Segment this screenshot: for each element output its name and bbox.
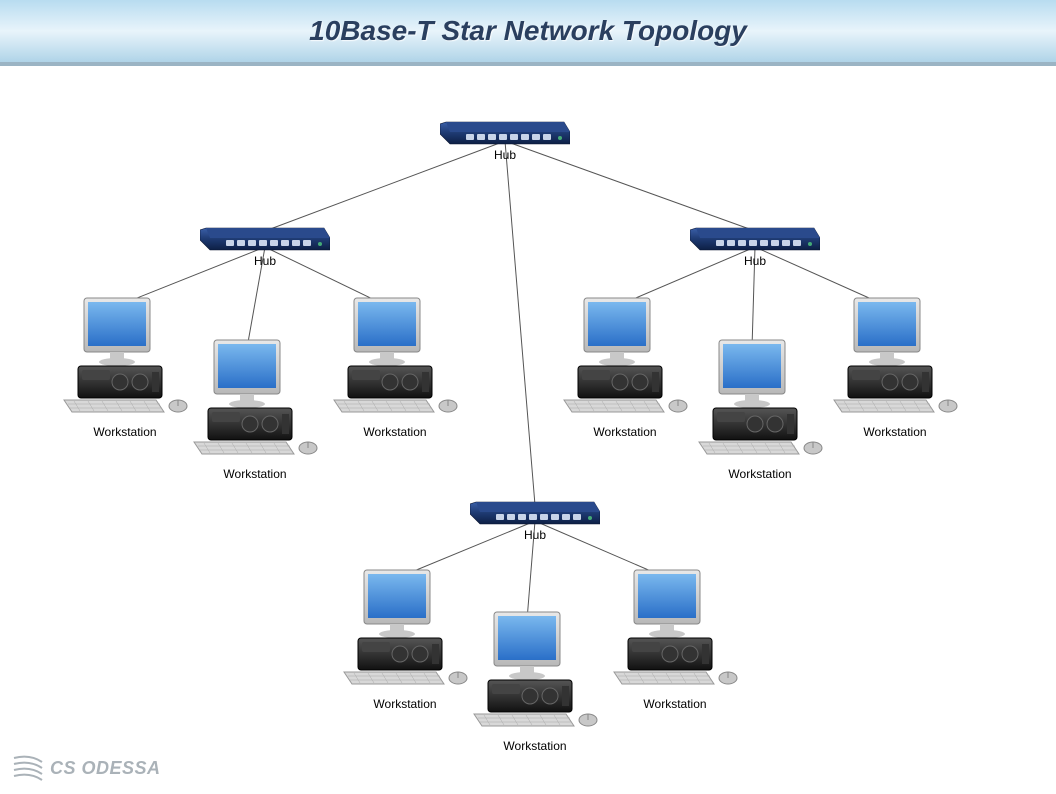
- workstation-icon: [610, 568, 740, 693]
- workstation-label: Workstation: [830, 425, 960, 439]
- workstation-label: Workstation: [695, 467, 825, 481]
- hub-label: Hub: [690, 254, 820, 268]
- workstation-node: Workstation: [330, 296, 460, 439]
- hub-label: Hub: [440, 148, 570, 162]
- hub-icon: [200, 224, 330, 250]
- workstation-label: Workstation: [340, 697, 470, 711]
- diagram-canvas: Hub Hub: [0, 66, 1056, 794]
- hub-icon: [440, 118, 570, 144]
- workstation-icon: [695, 338, 825, 463]
- workstation-label: Workstation: [330, 425, 460, 439]
- hub-node: Hub: [440, 118, 570, 162]
- diagram-title: 10Base-T Star Network Topology: [309, 15, 747, 47]
- workstation-icon: [330, 296, 460, 421]
- hub-node: Hub: [470, 498, 600, 542]
- hub-icon: [690, 224, 820, 250]
- workstation-label: Workstation: [190, 467, 320, 481]
- brand-logo: CS ODESSA: [12, 754, 161, 782]
- header-bar: 10Base-T Star Network Topology: [0, 0, 1056, 66]
- brand-text: CS ODESSA: [50, 758, 161, 779]
- hub-label: Hub: [200, 254, 330, 268]
- workstation-icon: [60, 296, 190, 421]
- workstation-node: Workstation: [190, 338, 320, 481]
- hub-label: Hub: [470, 528, 600, 542]
- workstation-icon: [830, 296, 960, 421]
- workstation-label: Workstation: [610, 697, 740, 711]
- workstation-node: Workstation: [560, 296, 690, 439]
- workstation-icon: [190, 338, 320, 463]
- workstation-node: Workstation: [60, 296, 190, 439]
- workstation-node: Workstation: [610, 568, 740, 711]
- hub-node: Hub: [690, 224, 820, 268]
- hub-icon: [470, 498, 600, 524]
- logo-swirl-icon: [12, 754, 44, 782]
- workstation-node: Workstation: [695, 338, 825, 481]
- workstation-label: Workstation: [470, 739, 600, 753]
- workstation-node: Workstation: [830, 296, 960, 439]
- workstation-icon: [470, 610, 600, 735]
- workstation-label: Workstation: [560, 425, 690, 439]
- workstation-icon: [340, 568, 470, 693]
- workstation-node: Workstation: [470, 610, 600, 753]
- workstation-icon: [560, 296, 690, 421]
- workstation-node: Workstation: [340, 568, 470, 711]
- workstation-label: Workstation: [60, 425, 190, 439]
- hub-node: Hub: [200, 224, 330, 268]
